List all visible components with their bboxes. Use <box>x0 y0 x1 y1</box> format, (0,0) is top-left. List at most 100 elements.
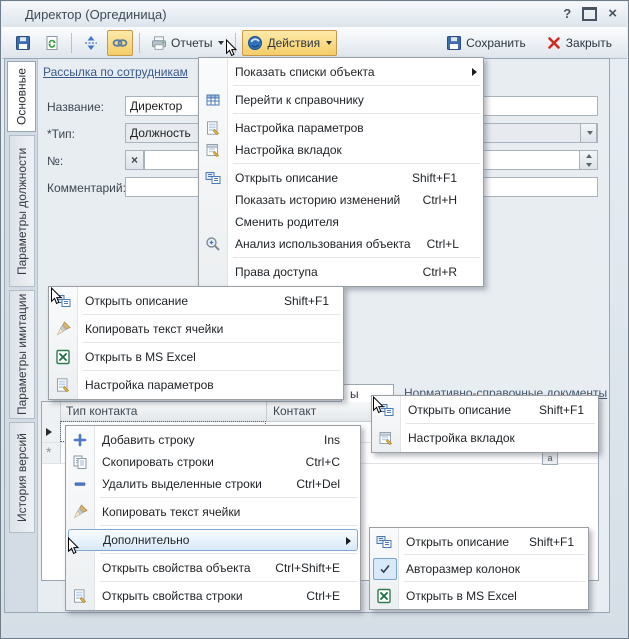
menu-item-change-history[interactable]: Показать историю изменений Ctrl+H <box>199 189 483 211</box>
menu-item-parameter-settings[interactable]: Настройка параметров <box>199 117 483 139</box>
menu-item-label: Скопировать строки <box>102 455 214 469</box>
help-button[interactable]: ? <box>563 6 571 22</box>
header-selector-cell <box>42 402 61 421</box>
mailing-link[interactable]: Рассылка по сотрудникам <box>43 65 188 79</box>
menu-item-access-rights[interactable]: Права доступа Ctrl+R <box>199 261 483 283</box>
type-label: *Тип: <box>47 127 75 141</box>
toolbar-separator <box>71 33 72 53</box>
copy-icon <box>72 454 88 470</box>
menu-item-tab-settings[interactable]: Настройка вкладок <box>372 427 598 449</box>
menu-item-show-object-lists[interactable]: Показать списки объекта <box>199 61 483 83</box>
actions-label: Действия <box>267 36 320 50</box>
menu-item-label: Добавить строку <box>102 433 195 447</box>
split-arrows-icon <box>83 35 99 51</box>
type-dropdown-button[interactable] <box>580 123 597 143</box>
menu-item-copy-rows[interactable]: Скопировать строки Ctrl+C <box>66 451 360 473</box>
brush-icon <box>72 504 88 520</box>
menu-item-open-in-excel[interactable]: Открыть в MS Excel <box>370 585 588 606</box>
minus-icon <box>72 476 88 492</box>
mouse-cursor-icon <box>50 287 63 306</box>
menu-shortcut: Ctrl+E <box>290 589 340 603</box>
tab-context-menu: Открыть описание Shift+F1 Настройка вкла… <box>371 395 599 453</box>
name-label: Название: <box>47 100 104 114</box>
menu-item-open-description[interactable]: Открыть описание Shift+F1 <box>49 290 343 312</box>
menu-shortcut: Ctrl+L <box>411 237 459 251</box>
menu-item-copy-cell-text[interactable]: Копировать текст ячейки <box>66 501 360 523</box>
refresh-icon <box>44 35 60 51</box>
column-header-type[interactable]: Тип контакта <box>66 404 137 418</box>
tab-position-params[interactable]: Параметры должности <box>9 135 35 287</box>
menu-item-copy-cell-text[interactable]: Копировать текст ячейки <box>49 318 343 340</box>
menu-item-label: Сменить родителя <box>235 215 339 229</box>
menu-shortcut: Ctrl+R <box>407 265 457 279</box>
mouse-cursor-icon <box>225 39 238 58</box>
menu-item-object-properties[interactable]: Открыть свойства объекта Ctrl+Shift+E <box>66 557 360 579</box>
menu-shortcut: Shift+F1 <box>523 403 584 417</box>
tab-contacts-label: ы <box>350 387 359 401</box>
description-icon <box>205 170 221 186</box>
menu-item-label: Открыть свойства строки <box>102 589 243 603</box>
column-header-contact[interactable]: Контакт <box>273 404 316 418</box>
menu-item-open-in-excel[interactable]: Открыть в MS Excel <box>49 346 343 368</box>
red-x-icon <box>546 35 562 51</box>
menu-item-delete-rows[interactable]: Удалить выделенные строки Ctrl+Del <box>66 473 360 495</box>
menu-item-autosize-columns[interactable]: Авторазмер колонок <box>370 558 588 579</box>
floppy-icon <box>15 35 31 51</box>
mouse-cursor-icon <box>372 396 385 415</box>
menu-item-open-description[interactable]: Открыть описание Shift+F1 <box>199 167 483 189</box>
menu-item-tab-settings[interactable]: Настройка вкладок <box>199 139 483 161</box>
cell-context-menu: Открыть описание Shift+F1 Копировать тек… <box>48 286 344 400</box>
menu-shortcut: Ins <box>308 433 340 447</box>
menu-item-parameter-settings[interactable]: Настройка параметров <box>49 374 343 396</box>
excel-icon <box>55 349 71 365</box>
menu-item-label: Удалить выделенные строки <box>102 477 262 491</box>
window-close-button[interactable]: × <box>608 7 617 21</box>
menu-shortcut: Shift+F1 <box>268 294 329 308</box>
save-button[interactable]: Сохранить <box>441 30 531 56</box>
column-divider <box>266 402 267 421</box>
menu-item-label: Открыть описание <box>406 535 509 549</box>
menu-item-change-parent[interactable]: Сменить родителя <box>199 211 483 233</box>
actions-menu: Показать списки объекта Перейти к справо… <box>198 57 484 287</box>
save-icon-button[interactable] <box>10 30 36 56</box>
menu-item-row-properties[interactable]: Открыть свойства строки Ctrl+E <box>66 585 360 607</box>
link-toggle-button[interactable] <box>107 30 133 56</box>
reports-button[interactable]: Отчеты <box>146 30 229 56</box>
tabs-pencil-icon <box>205 142 221 158</box>
menu-shortcut: Shift+F1 <box>396 171 457 185</box>
mouse-cursor-icon <box>67 537 80 556</box>
chevron-down-icon <box>218 41 224 45</box>
menu-item-label: Открыть в MS Excel <box>85 350 196 364</box>
checked-checkbox <box>373 558 397 580</box>
menu-item-label: Показать историю изменений <box>235 193 400 207</box>
menu-item-open-description[interactable]: Открыть описание Shift+F1 <box>370 531 588 552</box>
tab-version-history[interactable]: История версий <box>9 422 35 533</box>
menu-item-open-description[interactable]: Открыть описание Shift+F1 <box>372 399 598 421</box>
number-clear-button[interactable]: × <box>125 150 144 170</box>
menu-shortcut: Ctrl+Shift+E <box>259 561 340 575</box>
menu-item-label: Настройка вкладок <box>408 431 515 445</box>
actions-sphere-icon <box>247 35 263 51</box>
tab-imitation-params[interactable]: Параметры имитации <box>9 290 35 419</box>
maximize-button[interactable] <box>582 7 597 21</box>
menu-item-label: Дополнительно <box>103 533 189 547</box>
table-grid-icon <box>205 92 221 108</box>
tab-main[interactable]: Основные <box>7 61 36 132</box>
row-context-menu: Добавить строку Ins Скопировать строки C… <box>65 425 361 611</box>
number-label: №: <box>47 154 63 168</box>
menu-item-goto-catalog[interactable]: Перейти к справочнику <box>199 89 483 111</box>
new-row-marker: * <box>46 444 51 460</box>
menu-item-add-row[interactable]: Добавить строку Ins <box>66 429 360 451</box>
close-button[interactable]: Закрыть <box>541 30 617 56</box>
menu-item-more[interactable]: Дополнительно <box>68 529 358 551</box>
split-button[interactable] <box>78 30 104 56</box>
description-icon <box>376 534 392 550</box>
menu-item-label: Настройка параметров <box>85 378 214 392</box>
refresh-button[interactable] <box>39 30 65 56</box>
number-stepper[interactable] <box>579 150 598 170</box>
actions-button[interactable]: Действия <box>242 30 337 56</box>
menu-item-usage-analysis[interactable]: Анализ использования объекта Ctrl+L <box>199 233 483 255</box>
plus-icon <box>72 432 88 448</box>
menu-item-label: Открыть свойства объекта <box>102 561 251 575</box>
clear-x-icon: × <box>131 153 138 167</box>
